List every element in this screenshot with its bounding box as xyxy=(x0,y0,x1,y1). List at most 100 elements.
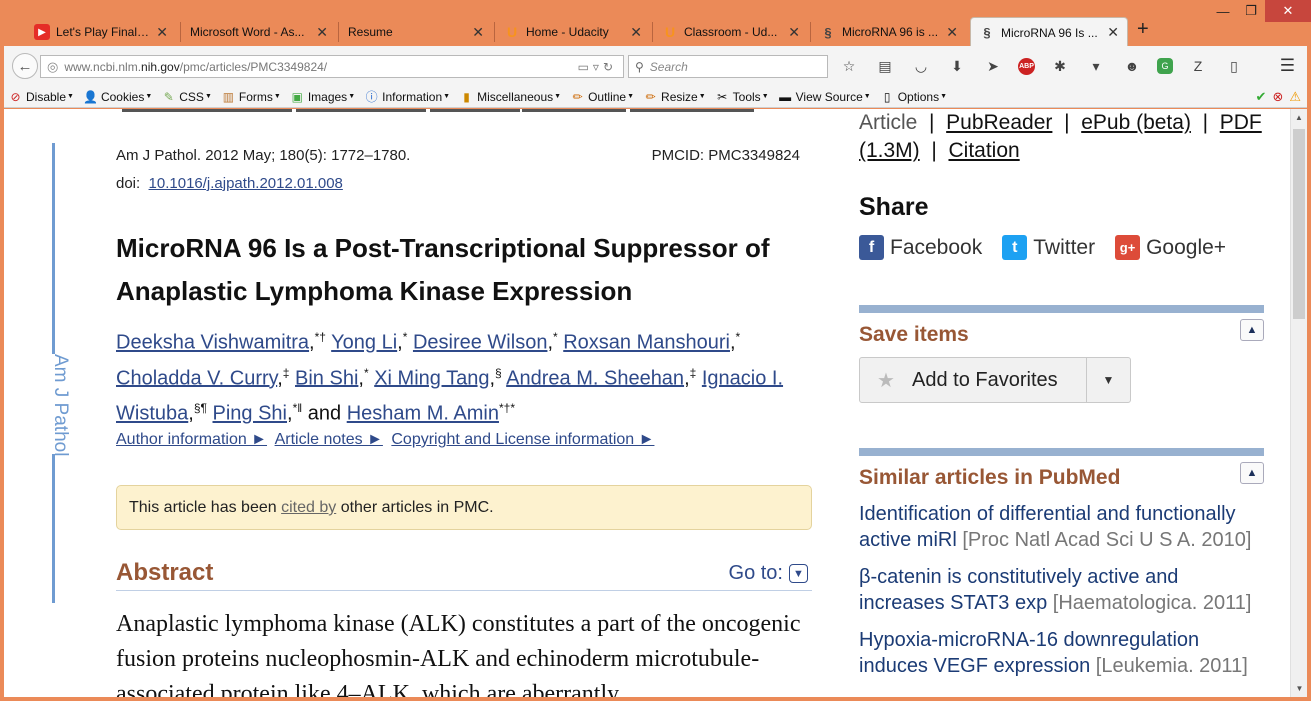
devbar-label: CSS xyxy=(179,89,204,104)
share-googleplus[interactable]: g+ Google+ xyxy=(1115,235,1226,260)
tab-udacity-home[interactable]: U Home - Udacity ✕ xyxy=(496,18,650,46)
pocket-icon[interactable]: ◡ xyxy=(910,56,932,76)
author-link[interactable]: Andrea M. Sheehan xyxy=(506,367,684,389)
format-epub-link[interactable]: ePub (beta) xyxy=(1081,111,1191,134)
extension-bug-icon[interactable]: ✱ xyxy=(1049,56,1071,76)
share-twitter[interactable]: t Twitter xyxy=(1002,235,1095,260)
chat-icon[interactable]: ☻ xyxy=(1121,56,1143,76)
close-tab-icon[interactable]: ✕ xyxy=(946,24,958,41)
tab-word[interactable]: Microsoft Word - As... ✕ xyxy=(182,18,336,46)
tab-microrna-1[interactable]: § MicroRNA 96 is ... ✕ xyxy=(812,18,966,46)
close-tab-icon[interactable]: ✕ xyxy=(316,24,328,41)
list-item[interactable]: Identification of differential and funct… xyxy=(859,501,1264,553)
devbar-label: Forms xyxy=(238,89,273,104)
author-link[interactable]: Ping Shi xyxy=(213,403,288,425)
forms-clipboard-icon: ▥ xyxy=(222,89,235,104)
cited-by-link[interactable]: cited by xyxy=(281,499,336,516)
cited-suffix: other articles in PMC. xyxy=(340,499,494,516)
adblock-plus-icon[interactable]: ABP xyxy=(1018,57,1035,75)
reader-and-reload-icons[interactable]: ▭▿↻ xyxy=(578,60,617,74)
list-item[interactable]: Hypoxia-microRNA-16 downregulation induc… xyxy=(859,627,1264,679)
devbar-miscellaneous[interactable]: ▮ Miscellaneous ▼ xyxy=(459,89,561,104)
resize-pencil-icon: ✏ xyxy=(645,89,656,104)
author-link[interactable]: Desiree Wilson xyxy=(413,332,547,354)
dropdown-icon[interactable]: ▾ xyxy=(1085,56,1107,76)
devbar-outline[interactable]: ✏ Outline ▼ xyxy=(570,89,635,104)
favorites-dropdown-icon[interactable]: ▼ xyxy=(1086,358,1130,402)
close-tab-icon[interactable]: ✕ xyxy=(156,24,168,41)
tools-icon: ✂ xyxy=(717,89,728,104)
devbar-images[interactable]: ▣ Images ▼ xyxy=(290,89,355,104)
url-host: nih.gov xyxy=(141,59,180,74)
scroll-thumb[interactable] xyxy=(1293,129,1305,319)
list-item[interactable]: β-catenin is constitutively active and i… xyxy=(859,564,1264,616)
devbar-cookies[interactable]: 👤 Cookies ▼ xyxy=(83,89,152,104)
back-arrow-icon[interactable]: ← xyxy=(12,53,38,79)
close-window-icon[interactable]: ✕ xyxy=(1265,0,1311,22)
tab-resume[interactable]: Resume ✕ xyxy=(340,18,492,46)
devbar-css[interactable]: ✎ CSS ▼ xyxy=(161,89,212,104)
devbar-options[interactable]: ▯ Options ▼ xyxy=(880,89,947,104)
download-icon[interactable]: ⬇ xyxy=(946,56,968,76)
share-facebook[interactable]: f Facebook xyxy=(859,235,982,260)
warning-icon[interactable]: ⚠ xyxy=(1289,89,1301,105)
options-icon: ▯ xyxy=(883,89,891,104)
send-icon[interactable]: ➤ xyxy=(982,56,1004,76)
close-tab-icon[interactable]: ✕ xyxy=(630,24,642,41)
check-icon[interactable]: ✔ xyxy=(1256,89,1267,105)
hamburger-menu-icon[interactable]: ☰ xyxy=(1280,56,1295,76)
author-link[interactable]: Yong Li xyxy=(331,332,397,354)
notes-icon[interactable]: ▯ xyxy=(1223,56,1245,76)
format-pubreader-link[interactable]: PubReader xyxy=(946,111,1052,134)
devbar-tools[interactable]: ✂ Tools ▼ xyxy=(715,89,768,104)
url-bar[interactable]: ◎ www.ncbi.nlm. nih.gov/pmc/articles/PMC3… xyxy=(40,55,624,78)
search-input[interactable]: ⚲ Search xyxy=(628,55,828,78)
devbar-resize[interactable]: ✏ Resize ▼ xyxy=(643,89,706,104)
caret-icon: ▼ xyxy=(145,93,153,100)
add-to-favorites-button[interactable]: ★ Add to Favorites ▼ xyxy=(859,357,1131,403)
goto-menu[interactable]: Go to: ▼ xyxy=(729,562,808,585)
author-link[interactable]: Xi Ming Tang xyxy=(374,367,489,389)
tab-microrna-active[interactable]: § MicroRNA 96 Is ... ✕ xyxy=(970,17,1128,47)
format-citation-link[interactable]: Citation xyxy=(948,139,1019,162)
author-link[interactable]: Hesham M. Amin xyxy=(347,403,499,425)
tab-udacity-classroom[interactable]: U Classroom - Ud... ✕ xyxy=(654,18,808,46)
close-tab-icon[interactable]: ✕ xyxy=(788,24,800,41)
doi-link[interactable]: 10.1016/j.ajpath.2012.01.008 xyxy=(149,175,343,192)
similar-articles-list: Identification of differential and funct… xyxy=(859,501,1264,690)
format-pdf-link[interactable]: PDF (1.3M) xyxy=(859,111,1262,162)
author-information-link[interactable]: Author information ► xyxy=(116,431,267,448)
devbar-forms[interactable]: ▥ Forms ▼ xyxy=(221,89,281,104)
pmcid: PMCID: PMC3349824 xyxy=(651,147,800,164)
copyright-license-link[interactable]: Copyright and License information ► xyxy=(391,431,654,448)
minimize-icon[interactable]: — xyxy=(1209,0,1237,22)
bookmark-star-icon[interactable]: ☆ xyxy=(838,56,860,76)
share-heading: Share xyxy=(859,193,929,221)
nav-underline xyxy=(296,109,426,112)
author-link[interactable]: Choladda V. Curry xyxy=(116,367,277,389)
zotero-icon[interactable]: Z xyxy=(1187,56,1209,76)
grammarly-icon[interactable]: G xyxy=(1157,58,1173,74)
devbar-view-source[interactable]: ▬ View Source ▼ xyxy=(778,89,871,104)
close-tab-icon[interactable]: ✕ xyxy=(472,24,484,41)
vertical-scrollbar[interactable]: ▲ ▼ xyxy=(1290,109,1307,697)
author-link[interactable]: Bin Shi xyxy=(295,367,358,389)
article-notes-link[interactable]: Article notes ► xyxy=(275,431,383,448)
citation-line: Am J Pathol. 2012 May; 180(5): 1772–1780… xyxy=(116,147,800,164)
new-tab-icon[interactable]: + xyxy=(1137,18,1149,41)
maximize-icon[interactable]: ❐ xyxy=(1237,0,1265,22)
devbar-information[interactable]: ⓘ Information ▼ xyxy=(364,89,450,105)
author-link[interactable]: Roxsan Manshouri xyxy=(563,332,730,354)
error-icon[interactable]: ⊗ xyxy=(1272,89,1283,105)
close-tab-icon[interactable]: ✕ xyxy=(1107,24,1119,41)
devbar-disable[interactable]: ⊘ Disable ▼ xyxy=(8,89,74,104)
tab-youtube[interactable]: ▶ Let's Play Final F... ✕ xyxy=(26,18,176,46)
facebook-icon: f xyxy=(859,235,884,260)
collapse-save-icon[interactable]: ▲ xyxy=(1240,319,1264,341)
bookmarks-list-icon[interactable]: ▤ xyxy=(874,56,896,76)
author-link[interactable]: Deeksha Vishwamitra xyxy=(116,332,309,354)
collapse-similar-icon[interactable]: ▲ xyxy=(1240,462,1264,484)
scroll-up-icon[interactable]: ▲ xyxy=(1291,109,1307,126)
page-viewport: Am J Pathol Am J Pathol. 2012 May; 180(5… xyxy=(4,109,1307,697)
scroll-down-icon[interactable]: ▼ xyxy=(1291,680,1307,697)
